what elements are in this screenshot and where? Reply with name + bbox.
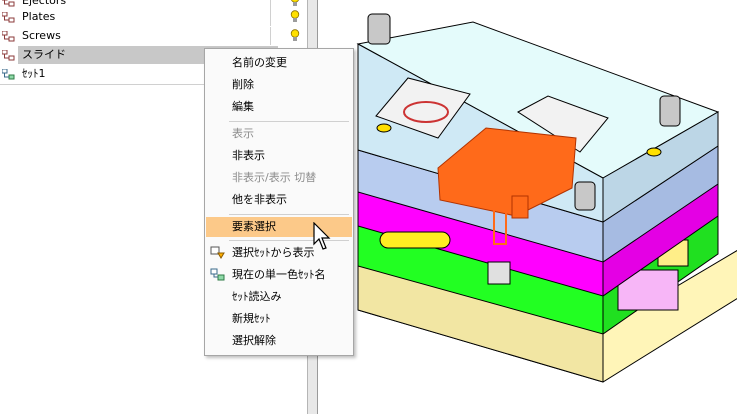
tree-node-icon: [2, 0, 15, 7]
light-bulb-icon[interactable]: [290, 29, 300, 42]
menu-item-current-color-set-name[interactable]: 現在の単一色ｾｯﾄ名: [206, 265, 352, 285]
tree-row-label: Screws: [22, 29, 61, 42]
menu-item-delete[interactable]: 削除: [206, 75, 352, 95]
menu-item-hide[interactable]: 非表示: [206, 146, 352, 166]
tree-node-icon: [2, 31, 15, 42]
column-divider: [270, 27, 271, 45]
mouse-cursor-icon: [313, 222, 331, 250]
menu-item-rename[interactable]: 名前の変更: [206, 53, 352, 73]
mold-assembly-model: [356, 13, 737, 383]
menu-item-hide-others[interactable]: 他を非表示: [206, 190, 352, 210]
set-node-icon: [2, 69, 15, 80]
menu-item-load-set[interactable]: ｾｯﾄ読込み: [206, 287, 352, 307]
tree-row-label: ｾｯﾄ1: [22, 67, 46, 80]
3d-viewport[interactable]: [317, 0, 737, 414]
menu-item-deselect[interactable]: 選択解除: [206, 331, 352, 351]
tree-row-plates[interactable]: Plates: [0, 8, 306, 26]
set-display-icon: [210, 246, 225, 259]
menu-item-toggle-visibility[interactable]: 非表示/表示 切替: [206, 168, 352, 188]
tree-node-icon: [2, 50, 15, 61]
menu-separator: [229, 121, 349, 122]
tree-row-screws[interactable]: Screws: [0, 27, 306, 45]
column-divider: [270, 8, 271, 26]
context-menu: 名前の変更 削除 編集 表示 非表示 非表示/表示 切替 他を非表示 要素選択 …: [204, 48, 354, 356]
menu-item-new-set[interactable]: 新規ｾｯﾄ: [206, 309, 352, 329]
tree-row-label: Plates: [22, 10, 56, 23]
tree-node-icon: [2, 12, 15, 23]
light-bulb-icon[interactable]: [290, 0, 300, 7]
menu-item-edit[interactable]: 編集: [206, 97, 352, 117]
menu-separator: [229, 214, 349, 215]
light-bulb-icon[interactable]: [290, 10, 300, 23]
menu-item-show[interactable]: 表示: [206, 124, 352, 144]
color-set-icon: [210, 268, 225, 281]
